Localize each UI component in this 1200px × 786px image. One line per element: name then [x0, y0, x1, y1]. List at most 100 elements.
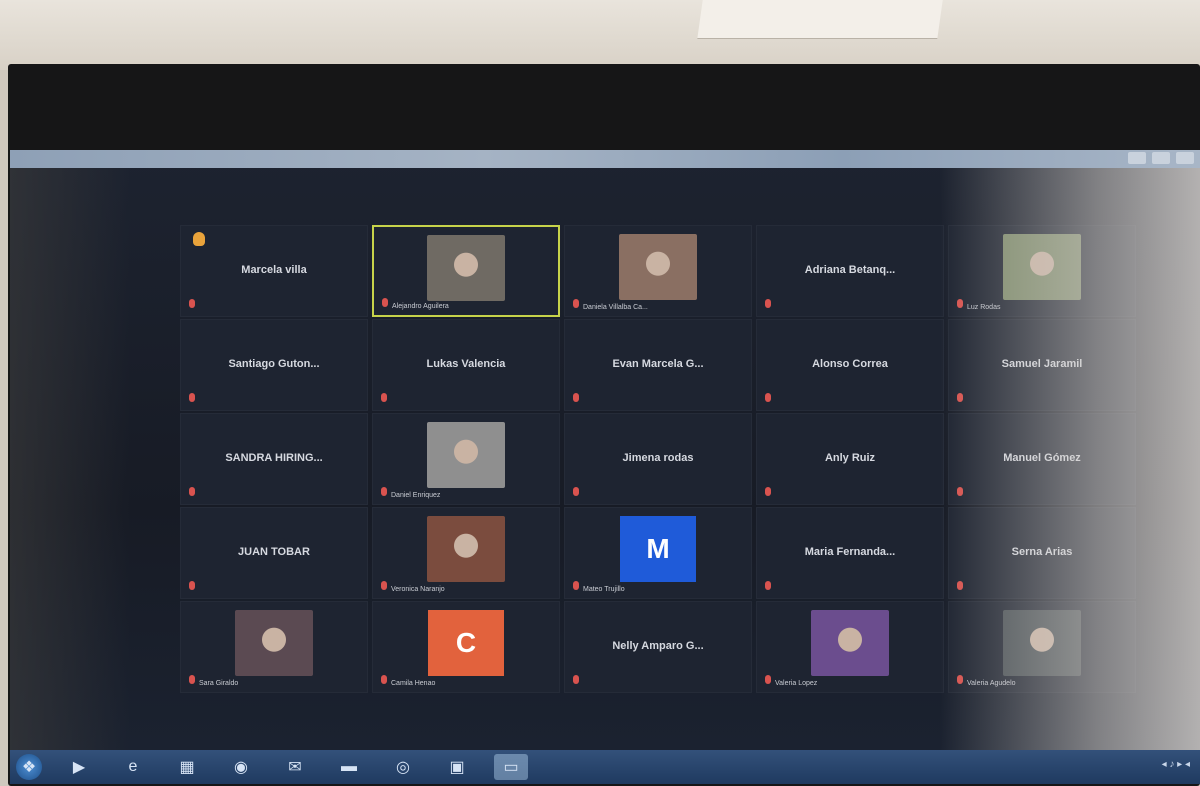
participant-video: [427, 516, 505, 582]
participant-name: Santiago Guton...: [228, 358, 320, 370]
participant-tile[interactable]: Marcela villa: [180, 225, 368, 317]
muted-mic-icon: [765, 487, 771, 496]
participant-name: Manuel Gómez: [1003, 452, 1081, 464]
muted-mic-icon: [957, 393, 963, 402]
muted-mic-icon: [381, 393, 387, 402]
muted-mic-icon: [573, 581, 579, 590]
participant-tile[interactable]: Jimena rodas: [564, 413, 752, 505]
wall-background: [0, 0, 1200, 70]
participant-tile[interactable]: Valeria Lopez: [756, 601, 944, 693]
participant-name: Samuel Jaramil: [1001, 358, 1083, 370]
meeting-window: Marcela villa Alejandro Aguilera Daniela V…: [10, 150, 1200, 750]
muted-mic-icon: [765, 675, 771, 684]
windows-taskbar: ❖ ▶ e ▦ ◉ ✉ ▬ ◎ ▣ ▭ ◂ ♪ ▸ ◂: [10, 750, 1200, 784]
minimize-button[interactable]: [1128, 152, 1146, 164]
muted-mic-icon: [382, 298, 388, 307]
participant-name: JUAN TOBAR: [238, 546, 310, 558]
muted-mic-icon: [381, 675, 387, 684]
participant-name: Serna Arias: [1011, 546, 1073, 558]
muted-mic-icon: [573, 393, 579, 402]
participant-caption: Camila Henao: [391, 680, 436, 687]
participant-tile[interactable]: Sara Giraldo: [180, 601, 368, 693]
muted-mic-icon: [957, 487, 963, 496]
participant-video: [1003, 610, 1081, 676]
ceiling-panel: [697, 0, 943, 39]
muted-mic-icon: [189, 393, 195, 402]
participant-tile[interactable]: Daniela Villalba Ca...: [564, 225, 752, 317]
participant-caption: Daniel Enriquez: [391, 492, 441, 499]
muted-mic-icon: [957, 581, 963, 590]
participant-video: [427, 422, 505, 488]
participant-tile[interactable]: SANDRA HIRING...: [180, 413, 368, 505]
browser-icon[interactable]: ◎: [386, 754, 420, 780]
participant-tile[interactable]: Daniel Enriquez: [372, 413, 560, 505]
participant-avatar: M: [620, 516, 696, 582]
muted-mic-icon: [573, 299, 579, 308]
muted-mic-icon: [573, 675, 579, 684]
participant-name: Maria Fernanda...: [804, 546, 896, 558]
participant-tile[interactable]: Nelly Amparo G...: [564, 601, 752, 693]
participant-name: SANDRA HIRING...: [225, 452, 323, 464]
folder-icon[interactable]: ▬: [332, 754, 366, 780]
media-player-icon[interactable]: ▶: [62, 754, 96, 780]
participant-tile[interactable]: Evan Marcela G...: [564, 319, 752, 411]
participant-name: Evan Marcela G...: [612, 358, 704, 370]
participant-video: [1003, 234, 1081, 300]
participant-caption: Sara Giraldo: [199, 680, 239, 687]
muted-mic-icon: [381, 487, 387, 496]
participant-caption: Mateo Trujillo: [583, 586, 625, 593]
participant-caption: Luz Rodas: [967, 304, 1001, 311]
participant-name: Adriana Betanq...: [804, 264, 896, 276]
participant-tile[interactable]: Adriana Betanq...: [756, 225, 944, 317]
participant-tile[interactable]: Manuel Gómez: [948, 413, 1136, 505]
participant-tile[interactable]: Luz Rodas: [948, 225, 1136, 317]
close-button[interactable]: [1176, 152, 1194, 164]
participant-name: Marcela villa: [241, 264, 307, 276]
participant-video: [235, 610, 313, 676]
participant-tile[interactable]: Samuel Jaramil: [948, 319, 1136, 411]
muted-mic-icon: [189, 299, 195, 308]
internet-explorer-icon[interactable]: e: [116, 754, 150, 780]
participant-tile[interactable]: Valeria Agudelo: [948, 601, 1136, 693]
participant-name: Jimena rodas: [622, 452, 694, 464]
participant-tile[interactable]: Alejandro Aguilera: [372, 225, 560, 317]
participant-tile[interactable]: Serna Arias: [948, 507, 1136, 599]
system-tray[interactable]: ◂ ♪ ▸ ◂: [1162, 759, 1190, 770]
calculator-icon[interactable]: ▦: [170, 754, 204, 780]
participant-name: Nelly Amparo G...: [612, 640, 704, 652]
participant-caption: Valeria Lopez: [775, 680, 818, 687]
participant-tile[interactable]: Alonso Correa: [756, 319, 944, 411]
window-titlebar: [10, 150, 1200, 168]
participant-name: Alonso Correa: [812, 358, 888, 370]
participant-name: Lukas Valencia: [426, 358, 506, 370]
participant-caption: Veronica Naranjo: [391, 586, 445, 593]
muted-mic-icon: [957, 675, 963, 684]
participant-tile[interactable]: Veronica Naranjo: [372, 507, 560, 599]
window-controls: [1128, 152, 1194, 164]
participant-gallery: Marcela villa Alejandro Aguilera Daniela V…: [180, 225, 1140, 695]
muted-mic-icon: [189, 581, 195, 590]
participant-video: [427, 235, 505, 301]
screen-reflection-left: [10, 168, 130, 750]
zoom-icon[interactable]: ▭: [494, 754, 528, 780]
start-orb-icon[interactable]: ❖: [16, 754, 42, 780]
participant-caption: Daniela Villalba Ca...: [583, 304, 648, 311]
muted-mic-icon: [765, 393, 771, 402]
participant-tile[interactable]: Anly Ruiz: [756, 413, 944, 505]
participant-caption: Valeria Agudelo: [967, 680, 1016, 687]
participant-tile[interactable]: Maria Fernanda...: [756, 507, 944, 599]
participant-tile[interactable]: C Camila Henao: [372, 601, 560, 693]
participant-tile[interactable]: Santiago Guton...: [180, 319, 368, 411]
mail-icon[interactable]: ✉: [278, 754, 312, 780]
muted-mic-icon: [381, 581, 387, 590]
muted-mic-icon: [765, 581, 771, 590]
chrome-icon[interactable]: ◉: [224, 754, 258, 780]
maximize-button[interactable]: [1152, 152, 1170, 164]
muted-mic-icon: [573, 487, 579, 496]
app-icon[interactable]: ▣: [440, 754, 474, 780]
participant-tile[interactable]: JUAN TOBAR: [180, 507, 368, 599]
participant-tile[interactable]: Lukas Valencia: [372, 319, 560, 411]
participant-tile[interactable]: M Mateo Trujillo: [564, 507, 752, 599]
participant-name: Anly Ruiz: [824, 452, 876, 464]
muted-mic-icon: [765, 299, 771, 308]
